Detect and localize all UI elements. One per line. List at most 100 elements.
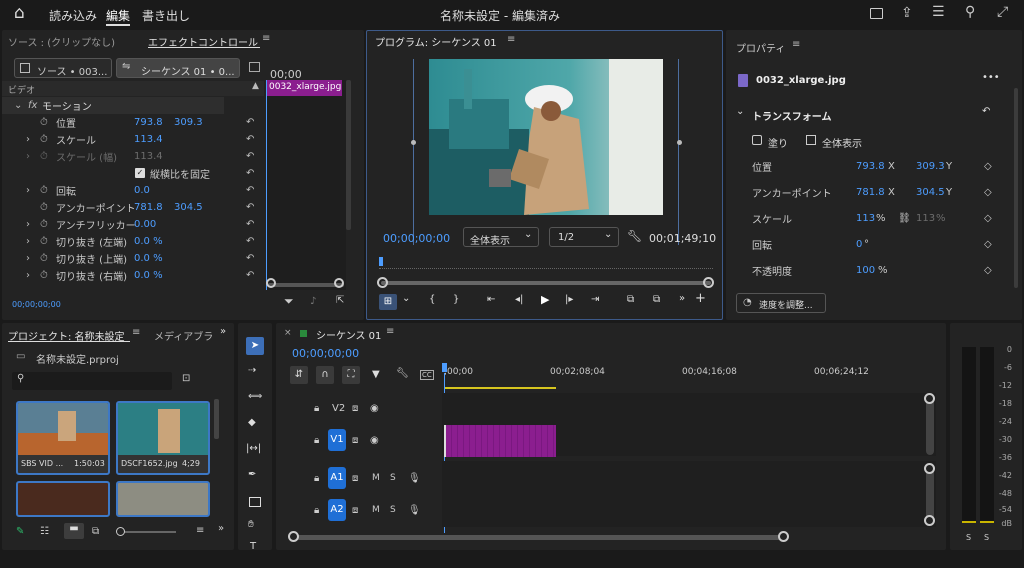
reset-icon[interactable]: ↶ bbox=[246, 202, 254, 213]
timeline-hscroll[interactable] bbox=[292, 535, 786, 540]
fit-frame-icon[interactable] bbox=[806, 135, 816, 145]
chevron-right-icon[interactable]: › bbox=[26, 134, 30, 145]
workspace-icon[interactable] bbox=[870, 8, 883, 19]
lock-icon[interactable]: 🔒︎ bbox=[314, 435, 319, 446]
prop-value-y[interactable]: 304.5 bbox=[916, 187, 945, 198]
reset-icon[interactable]: ↶ bbox=[246, 151, 254, 162]
ec-scrollbar[interactable] bbox=[346, 80, 351, 230]
playhead-marker[interactable] bbox=[442, 363, 447, 372]
value[interactable]: 0.00 bbox=[134, 219, 156, 230]
tab-source[interactable]: ソース : (クリップなし) bbox=[8, 34, 115, 49]
value[interactable]: 0.0 bbox=[134, 185, 150, 196]
more-tabs-icon[interactable]: » bbox=[220, 326, 226, 337]
step-forward-icon[interactable]: |▸ bbox=[565, 294, 573, 305]
safe-margins-icon[interactable]: ⊞ bbox=[379, 294, 397, 310]
track-scrollbar-video[interactable] bbox=[926, 395, 934, 455]
sync-icon[interactable]: ⧈ bbox=[352, 505, 358, 516]
keyframe-icon[interactable]: ◇ bbox=[984, 213, 992, 224]
lock-icon[interactable]: 🔒︎ bbox=[314, 403, 319, 414]
ec-hscroll[interactable] bbox=[268, 283, 344, 287]
track-label[interactable]: V1 bbox=[328, 429, 346, 451]
reset-icon[interactable]: ↶ bbox=[246, 185, 254, 196]
prop-value-x[interactable]: 781.8 bbox=[856, 187, 885, 198]
zoom-slider-handle[interactable] bbox=[116, 527, 125, 536]
pencil-icon[interactable]: ✎ bbox=[16, 526, 24, 537]
stopwatch-icon[interactable]: ⏱ bbox=[40, 219, 48, 230]
reset-icon[interactable]: ↶ bbox=[246, 134, 254, 145]
hscroll-handle-right[interactable] bbox=[778, 531, 789, 542]
ec-timecode[interactable]: 00;00;00;00 bbox=[12, 300, 61, 309]
type-icon[interactable]: T bbox=[250, 541, 256, 550]
properties-scrollbar[interactable] bbox=[1014, 88, 1018, 288]
hscroll-handle-left[interactable] bbox=[288, 531, 299, 542]
thumbnail-clip-2[interactable]: DSCF1652.jpg 4;29 bbox=[116, 401, 210, 475]
collapse-icon[interactable]: ▲ bbox=[252, 81, 259, 91]
mute-icon[interactable]: M bbox=[372, 505, 380, 515]
reset-icon[interactable]: ↶ bbox=[246, 117, 254, 128]
speed-adjust-button[interactable]: ◔ 速度を調整... bbox=[736, 293, 826, 313]
scroll-handle-left[interactable] bbox=[266, 278, 276, 288]
stopwatch-icon[interactable]: ⏱ bbox=[40, 185, 48, 196]
step-back-icon[interactable]: ◂| bbox=[515, 294, 523, 305]
scroll-handle-top[interactable] bbox=[924, 393, 935, 404]
transform-title[interactable]: トランスフォーム bbox=[752, 108, 832, 123]
mute-icon[interactable]: M bbox=[372, 473, 380, 483]
expand-chevron-icon[interactable]: ⌄ bbox=[14, 100, 22, 111]
mic-icon[interactable]: 🎙︎ bbox=[408, 505, 421, 516]
expand-icon[interactable]: ⤢ bbox=[997, 4, 1008, 20]
panels-icon[interactable]: ☰ bbox=[932, 4, 945, 20]
chevron-right-icon[interactable]: › bbox=[26, 236, 30, 247]
eye-icon[interactable]: ◉ bbox=[370, 403, 379, 414]
thumbnail-clip-4[interactable] bbox=[116, 481, 210, 517]
chevron-right-icon[interactable]: › bbox=[26, 219, 30, 230]
filter-icon[interactable]: ⏷ bbox=[284, 294, 294, 309]
wrench-icon[interactable]: 🔧︎ bbox=[396, 368, 409, 379]
keyframe-icon[interactable]: ◇ bbox=[984, 239, 992, 250]
thumbnail-clip-1[interactable]: SBS VID ... 1:50:03 bbox=[16, 401, 110, 475]
project-menu-icon[interactable]: ≡ bbox=[132, 327, 140, 338]
track-label[interactable]: V2 bbox=[332, 403, 345, 414]
prop-value-y[interactable]: 309.3 bbox=[916, 161, 945, 172]
selection-tool-icon[interactable]: ➤ bbox=[246, 337, 264, 355]
mini-playhead[interactable] bbox=[266, 80, 267, 290]
v1-clip[interactable] bbox=[444, 425, 556, 457]
more-icon[interactable]: » bbox=[218, 523, 224, 534]
work-area-bar[interactable] bbox=[444, 387, 556, 389]
home-icon[interactable]: ⌂ bbox=[14, 3, 25, 23]
hand-icon[interactable]: ✋︎ bbox=[248, 519, 254, 530]
more-icon[interactable]: » bbox=[679, 293, 685, 304]
chevron-down-icon[interactable]: ⌄ bbox=[736, 106, 744, 117]
menu-import[interactable]: 読み込み bbox=[49, 7, 97, 24]
value[interactable]: 113.4 bbox=[134, 134, 163, 145]
thumbnail-clip-3[interactable] bbox=[16, 481, 110, 517]
menu-edit[interactable]: 編集 bbox=[106, 7, 130, 24]
fit-select[interactable]: 全体表示 ⌄ bbox=[463, 227, 539, 247]
left-handle[interactable] bbox=[411, 140, 416, 145]
mark-in-icon[interactable]: { bbox=[429, 294, 435, 305]
search-input[interactable] bbox=[32, 374, 162, 388]
program-ruler[interactable] bbox=[379, 257, 713, 269]
prop-value[interactable]: 0 bbox=[856, 239, 862, 250]
eye-icon[interactable]: ◉ bbox=[370, 435, 379, 446]
go-to-in-icon[interactable]: ⇤ bbox=[487, 294, 495, 305]
freeform-view-icon[interactable]: ⧉ bbox=[92, 526, 99, 537]
reset-icon[interactable]: ↶ bbox=[246, 219, 254, 230]
captions-icon[interactable]: CC bbox=[420, 370, 434, 380]
chevron-right-icon[interactable]: › bbox=[26, 270, 30, 281]
properties-menu-icon[interactable]: ≡ bbox=[792, 39, 800, 50]
playhead-marker[interactable] bbox=[379, 257, 383, 266]
go-to-out-icon[interactable]: ⇥ bbox=[591, 294, 599, 305]
razor-icon[interactable]: ◆ bbox=[248, 417, 256, 428]
solo-right-button[interactable]: S bbox=[984, 533, 989, 542]
marker-icon[interactable]: ▼ bbox=[372, 369, 380, 380]
project-search[interactable]: ⚲ bbox=[12, 372, 172, 390]
value[interactable]: 0.0 % bbox=[134, 236, 163, 247]
zoom-icon[interactable]: ⚲ bbox=[965, 4, 975, 20]
solo-left-button[interactable]: S bbox=[966, 533, 971, 542]
resolution-select[interactable]: 1/2 ⌄ bbox=[549, 227, 619, 247]
tab-media-browser[interactable]: メディアブラ bbox=[154, 328, 213, 343]
sync-icon[interactable]: ⧈ bbox=[352, 403, 358, 414]
program-scroll[interactable] bbox=[381, 281, 711, 285]
rectangle-icon[interactable] bbox=[249, 497, 261, 507]
right-handle[interactable] bbox=[677, 140, 682, 145]
